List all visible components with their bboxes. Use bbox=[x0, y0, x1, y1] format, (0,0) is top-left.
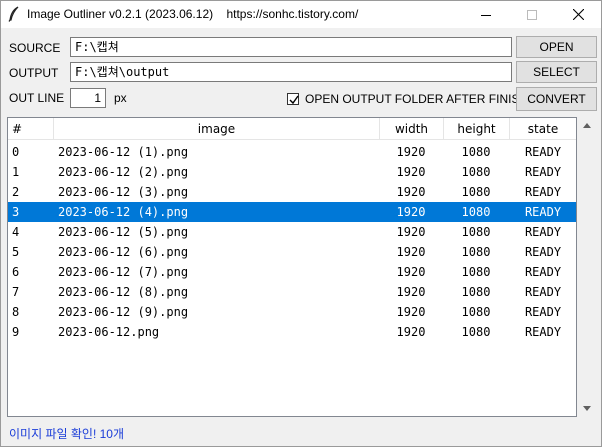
row-height: 1080 bbox=[461, 285, 491, 299]
select-button[interactable]: SELECT bbox=[516, 61, 597, 83]
row-image-name: 2023-06-12 (2).png bbox=[58, 165, 189, 179]
row-height: 1080 bbox=[461, 325, 491, 339]
row-image-name: 2023-06-12 (9).png bbox=[58, 305, 189, 319]
convert-button[interactable]: CONVERT bbox=[516, 87, 597, 111]
table-row[interactable]: 2 2023-06-12 (3).png 1920 1080 READY bbox=[8, 182, 576, 202]
row-width: 1920 bbox=[396, 185, 426, 199]
row-image-name: 2023-06-12 (5).png bbox=[58, 225, 189, 239]
row-width: 1920 bbox=[396, 305, 426, 319]
column-header-image[interactable]: image bbox=[54, 118, 380, 140]
minimize-button[interactable] bbox=[463, 1, 509, 28]
close-icon bbox=[572, 9, 584, 20]
row-image-name: 2023-06-12 (7).png bbox=[58, 265, 189, 279]
row-height: 1080 bbox=[461, 185, 491, 199]
row-state: READY bbox=[524, 165, 562, 179]
row-height: 1080 bbox=[461, 205, 491, 219]
row-state: READY bbox=[524, 325, 562, 339]
row-state: READY bbox=[524, 265, 562, 279]
open-folder-label[interactable]: OPEN OUTPUT FOLDER AFTER FINISH bbox=[305, 92, 528, 106]
row-state: READY bbox=[524, 225, 562, 239]
app-title: Image Outliner v0.2.1 (2023.06.12) bbox=[27, 7, 214, 21]
maximize-button[interactable] bbox=[509, 1, 555, 28]
column-header-width[interactable]: width bbox=[380, 118, 444, 140]
table-row[interactable]: 1 2023-06-12 (2).png 1920 1080 READY bbox=[8, 162, 576, 182]
output-path-input[interactable]: F:\캡쳐\output bbox=[70, 62, 512, 82]
outline-width-input[interactable]: 1 bbox=[70, 88, 106, 108]
open-folder-checkbox[interactable] bbox=[287, 93, 299, 105]
table-row[interactable]: 8 2023-06-12 (9).png 1920 1080 READY bbox=[8, 302, 576, 322]
table-scrollbar[interactable] bbox=[577, 117, 596, 417]
row-index: 1 bbox=[12, 165, 20, 179]
row-image-name: 2023-06-12 (1).png bbox=[58, 145, 189, 159]
title-url: https://sonhc.tistory.com/ bbox=[226, 7, 359, 21]
row-index: 7 bbox=[12, 285, 20, 299]
row-width: 1920 bbox=[396, 285, 426, 299]
row-height: 1080 bbox=[461, 305, 491, 319]
row-width: 1920 bbox=[396, 225, 426, 239]
row-image-name: 2023-06-12 (4).png bbox=[58, 205, 189, 219]
table-row[interactable]: 4 2023-06-12 (5).png 1920 1080 READY bbox=[8, 222, 576, 242]
row-state: READY bbox=[524, 205, 562, 219]
table-row[interactable]: 3 2023-06-12 (4).png 1920 1080 READY bbox=[8, 202, 576, 222]
row-index: 4 bbox=[12, 225, 20, 239]
column-header-height[interactable]: height bbox=[444, 118, 510, 140]
row-height: 1080 bbox=[461, 225, 491, 239]
row-index: 8 bbox=[12, 305, 20, 319]
table-row[interactable]: 7 2023-06-12 (8).png 1920 1080 READY bbox=[8, 282, 576, 302]
row-height: 1080 bbox=[461, 145, 491, 159]
row-image-name: 2023-06-12.png bbox=[58, 325, 160, 339]
chevron-down-icon bbox=[582, 406, 591, 411]
outline-label: OUT LINE bbox=[9, 91, 65, 105]
output-label: OUTPUT bbox=[9, 66, 59, 80]
table-row[interactable]: 6 2023-06-12 (7).png 1920 1080 READY bbox=[8, 262, 576, 282]
table-row[interactable]: 0 2023-06-12 (1).png 1920 1080 READY bbox=[8, 142, 576, 162]
row-width: 1920 bbox=[396, 205, 426, 219]
row-state: READY bbox=[524, 285, 562, 299]
chevron-up-icon bbox=[582, 123, 591, 128]
row-index: 0 bbox=[12, 145, 20, 159]
row-index: 3 bbox=[12, 205, 20, 219]
status-message: 이미지 파일 확인! 10개 bbox=[9, 427, 125, 441]
row-index: 2 bbox=[12, 185, 20, 199]
table-body: 0 2023-06-12 (1).png 1920 1080 READY 1 2023-06… bbox=[8, 142, 576, 342]
app-window: Image Outliner v0.2.1 (2023.06.12) https… bbox=[0, 0, 602, 447]
row-width: 1920 bbox=[396, 145, 426, 159]
window-title: Image Outliner v0.2.1 (2023.06.12) https… bbox=[27, 7, 358, 21]
source-path-input[interactable]: F:\캡쳐 bbox=[70, 37, 512, 57]
row-image-name: 2023-06-12 (8).png bbox=[58, 285, 189, 299]
open-button[interactable]: OPEN bbox=[516, 36, 597, 58]
outline-unit: px bbox=[114, 91, 127, 105]
image-list-table[interactable]: # image width height state 0 2023-06-12 (… bbox=[7, 117, 577, 417]
feather-icon bbox=[8, 6, 20, 22]
row-width: 1920 bbox=[396, 265, 426, 279]
row-index: 6 bbox=[12, 265, 20, 279]
scroll-down-button[interactable] bbox=[577, 400, 596, 417]
title-bar[interactable]: Image Outliner v0.2.1 (2023.06.12) https… bbox=[1, 1, 601, 28]
row-width: 1920 bbox=[396, 325, 426, 339]
column-header-num[interactable]: # bbox=[8, 118, 54, 140]
source-label: SOURCE bbox=[9, 41, 61, 55]
row-height: 1080 bbox=[461, 245, 491, 259]
column-header-state[interactable]: state bbox=[510, 118, 576, 140]
row-width: 1920 bbox=[396, 245, 426, 259]
row-height: 1080 bbox=[461, 265, 491, 279]
row-state: READY bbox=[524, 245, 562, 259]
row-state: READY bbox=[524, 305, 562, 319]
row-image-name: 2023-06-12 (3).png bbox=[58, 185, 189, 199]
row-index: 9 bbox=[12, 325, 20, 339]
row-width: 1920 bbox=[396, 165, 426, 179]
scroll-up-button[interactable] bbox=[577, 117, 596, 134]
row-state: READY bbox=[524, 185, 562, 199]
checkmark-icon bbox=[289, 95, 299, 105]
close-button[interactable] bbox=[555, 1, 601, 28]
table-row[interactable]: 9 2023-06-12.png 1920 1080 READY bbox=[8, 322, 576, 342]
row-index: 5 bbox=[12, 245, 20, 259]
row-height: 1080 bbox=[461, 165, 491, 179]
maximize-icon bbox=[527, 9, 537, 20]
minimize-icon bbox=[481, 14, 491, 16]
table-row[interactable]: 5 2023-06-12 (6).png 1920 1080 READY bbox=[8, 242, 576, 262]
table-header: # image width height state bbox=[8, 118, 576, 140]
row-state: READY bbox=[524, 145, 562, 159]
row-image-name: 2023-06-12 (6).png bbox=[58, 245, 189, 259]
